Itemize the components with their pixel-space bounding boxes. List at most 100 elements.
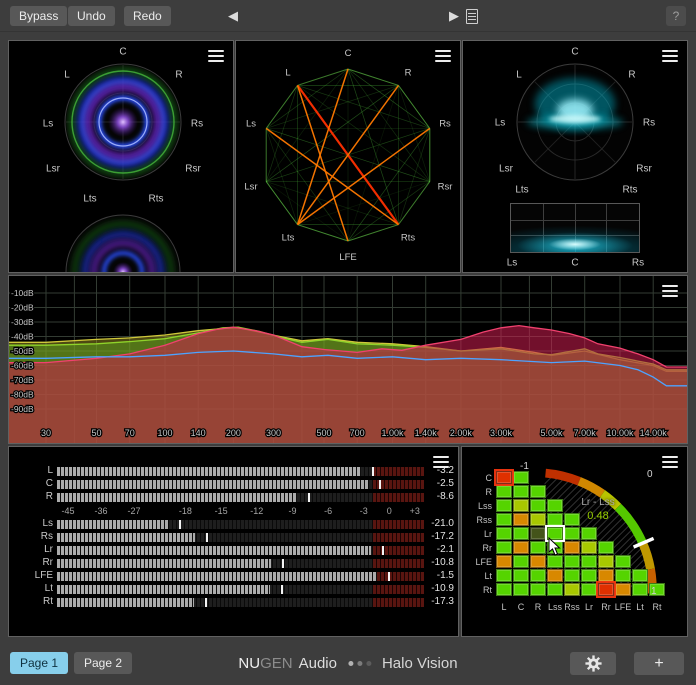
correlation-cell[interactable] [530,583,546,596]
correlation-cell[interactable] [513,555,529,568]
mesh-node-label: Lts [282,233,295,244]
heatmap-row-label: R [464,487,492,497]
correlation-cell[interactable] [615,555,631,568]
correlation-cell[interactable] [530,499,546,512]
heatmap-column-label: Rt [653,602,662,612]
correlation-cell[interactable] [598,541,614,554]
spectrum-x-label: 2.00k [450,428,473,438]
correlation-cell[interactable] [547,569,563,582]
panel-menu-icon[interactable] [435,50,451,62]
meter-row: C-2.5 [9,480,458,490]
correlation-cell[interactable] [564,527,580,540]
help-button[interactable]: ? [666,6,686,26]
mesh-node-label: R [405,68,412,79]
correlation-cell[interactable] [496,527,512,540]
redo-button[interactable]: Redo [124,6,171,26]
gauge-label-neg1: -1 [520,461,529,472]
surround-scope-visualization [9,41,233,272]
panel-menu-icon[interactable] [662,50,678,62]
panel-menu-icon[interactable] [662,285,678,297]
correlation-cell[interactable] [564,569,580,582]
correlation-cell[interactable] [564,555,580,568]
settings-button[interactable] [570,652,616,675]
correlation-cell[interactable] [496,541,512,554]
correlation-cell[interactable] [530,527,546,540]
play-arrow-icon[interactable]: ▶ [449,8,459,24]
correlation-cell[interactable] [513,485,529,498]
correlation-cell[interactable] [581,555,597,568]
spectrum-x-label: 140 [191,428,206,438]
channel-label-r: R [175,70,182,81]
correlation-cell[interactable] [632,569,648,582]
spectrum-y-label: -80dB [11,390,34,400]
correlation-cell[interactable] [547,583,563,596]
panel-menu-icon[interactable] [662,456,678,468]
brand-audio: Audio [299,655,337,672]
meter-bar [57,546,424,555]
correlation-cell[interactable] [496,471,512,484]
spectrum-y-label: -90dB [11,404,34,414]
preset-list-icon[interactable] [466,9,478,24]
correlation-cell[interactable] [530,569,546,582]
correlation-cell[interactable] [598,583,614,596]
correlation-cell[interactable] [530,485,546,498]
heatmap-column-label: L [501,602,506,612]
meter-bar [57,533,424,542]
bypass-button[interactable]: Bypass [10,6,67,26]
correlation-cell[interactable] [513,541,529,554]
meter-bar [57,520,424,529]
correlation-cell[interactable] [564,541,580,554]
spectrum-x-label: 30 [41,428,51,438]
heatmap-column-label: Lr [585,602,593,612]
correlation-cell[interactable] [513,527,529,540]
undo-button[interactable]: Undo [68,6,115,26]
correlation-cell[interactable] [496,513,512,526]
correlation-cell[interactable] [496,485,512,498]
back-arrow-icon[interactable]: ◀ [228,8,238,24]
spectrum-y-label: -50dB [11,346,34,356]
correlation-web-panel: CRRsRsrRtsLFELtsLsrLsL [235,40,461,273]
correlation-cell[interactable] [496,569,512,582]
correlation-cell[interactable] [581,541,597,554]
correlation-cell[interactable] [615,583,631,596]
channel-label-lts: Lts [83,194,96,205]
heatmap-row-label: Rt [464,585,492,595]
gauge-label-one: 1 [651,586,657,597]
correlation-cell[interactable] [496,583,512,596]
brand-gen: GEN [260,655,293,672]
correlation-cell[interactable] [513,513,529,526]
channel-label-rs-bottom: Rs [632,258,644,269]
correlation-cell[interactable] [513,583,529,596]
level-meters-panel: L-3.2C-2.5R-8.6Ls-21.0Rs-17.2Lr-2.1Rr-10… [8,446,459,637]
correlation-cell[interactable] [496,555,512,568]
brand-nu: NU [238,655,260,672]
panel-menu-icon[interactable] [433,456,449,468]
mesh-node-label: L [285,68,290,79]
correlation-cell[interactable] [581,569,597,582]
correlation-cell[interactable] [581,583,597,596]
add-panel-button[interactable]: + [634,652,684,675]
heatmap-row-label: Lt [464,571,492,581]
correlation-cell[interactable] [598,569,614,582]
correlation-cell[interactable] [513,499,529,512]
correlation-cell[interactable] [530,513,546,526]
correlation-cell[interactable] [598,555,614,568]
page1-tab[interactable]: Page 1 [10,652,68,674]
panel-menu-icon[interactable] [208,50,224,62]
correlation-cell[interactable] [513,471,529,484]
correlation-cell[interactable] [496,499,512,512]
page2-tab[interactable]: Page 2 [74,652,132,674]
spectrum-x-label: 300 [266,428,281,438]
correlation-cell[interactable] [581,527,597,540]
correlation-cell[interactable] [564,583,580,596]
correlation-cell[interactable] [615,569,631,582]
meter-value: -10.8 [431,557,454,568]
heatmap-column-label: Lss [548,602,562,612]
correlation-cell[interactable] [530,555,546,568]
correlation-cell[interactable] [513,569,529,582]
correlation-cell[interactable] [632,583,648,596]
channel-label-c: C [119,47,126,58]
correlation-cell[interactable] [530,541,546,554]
height-channel-display [510,203,640,253]
meter-bar [57,559,424,568]
